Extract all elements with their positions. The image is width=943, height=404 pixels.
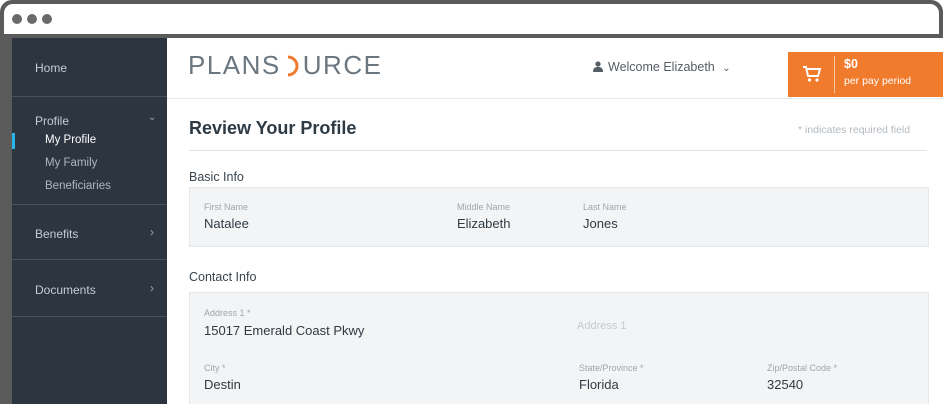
zip-field[interactable]: 32540 [767,377,803,392]
app-viewport: Home Profile ⌄ My Profile My Family Bene… [12,38,943,404]
state-field[interactable]: Florida [579,377,619,392]
address1-label: Address 1 * [204,308,251,318]
sidebar-divider [12,204,167,205]
logo-mark-icon [287,55,299,77]
welcome-text: Welcome Elizabeth [608,60,715,74]
city-label: City * [204,363,226,373]
title-divider [189,150,927,151]
user-icon [593,61,603,72]
sidebar: Home Profile ⌄ My Profile My Family Bene… [12,38,167,404]
required-field-note: * indicates required field [798,124,911,136]
state-label: State/Province * [579,363,644,373]
last-name-label: Last Name [583,202,627,212]
chevron-down-icon: ⌄ [722,63,731,74]
address2-field[interactable]: Address 1 [577,320,627,332]
logo-text-left: PLANS [188,50,281,80]
cart-button[interactable]: $0 per pay period [788,52,943,97]
sidebar-item-profile[interactable]: Profile [35,114,69,128]
basic-info-panel: First Name Natalee Middle Name Elizabeth… [189,187,929,247]
sidebar-item-beneficiaries[interactable]: Beneficiaries [45,180,111,192]
window-dot-icon[interactable] [12,14,22,24]
chevron-down-icon[interactable]: ⌄ [148,112,156,123]
sidebar-divider [12,316,167,317]
section-title-basic-info: Basic Info [189,170,244,184]
cart-icon [803,66,822,82]
last-name-field[interactable]: Jones [583,216,618,231]
browser-titlebar [4,4,939,34]
sidebar-item-my-profile[interactable]: My Profile [45,134,96,146]
city-field[interactable]: Destin [204,377,241,392]
middle-name-field[interactable]: Elizabeth [457,216,510,231]
first-name-label: First Name [204,202,249,212]
sidebar-item-home[interactable]: Home [35,61,67,75]
section-title-contact-info: Contact Info [189,270,257,284]
sidebar-divider [12,259,167,260]
middle-name-label: Middle Name [457,202,511,212]
cart-amount: $0 [844,57,858,71]
sidebar-item-documents[interactable]: Documents [35,283,96,297]
sidebar-item-my-family[interactable]: My Family [45,157,97,169]
contact-info-panel: Address 1 * 15017 Emerald Coast Pkwy Add… [189,292,929,404]
top-header: PLANS URCE Welcome Elizabeth ⌄ $0 per pay… [167,38,943,99]
active-indicator [12,133,15,149]
logo-text-right: URCE [302,50,383,80]
sidebar-item-benefits[interactable]: Benefits [35,227,78,241]
plansource-logo[interactable]: PLANS URCE [188,50,382,81]
chevron-right-icon[interactable]: › [150,281,154,295]
page-title: Review Your Profile [189,118,357,138]
user-menu[interactable]: Welcome Elizabeth ⌄ [593,60,731,74]
sidebar-divider [12,96,167,97]
zip-label: Zip/Postal Code * [767,363,838,373]
cart-period: per pay period [844,75,912,87]
address1-field[interactable]: 15017 Emerald Coast Pkwy [204,323,364,338]
first-name-field[interactable]: Natalee [204,216,249,231]
chevron-right-icon[interactable]: › [150,225,154,239]
window-dot-icon[interactable] [42,14,52,24]
cart-divider [834,56,835,93]
window-dot-icon[interactable] [27,14,37,24]
